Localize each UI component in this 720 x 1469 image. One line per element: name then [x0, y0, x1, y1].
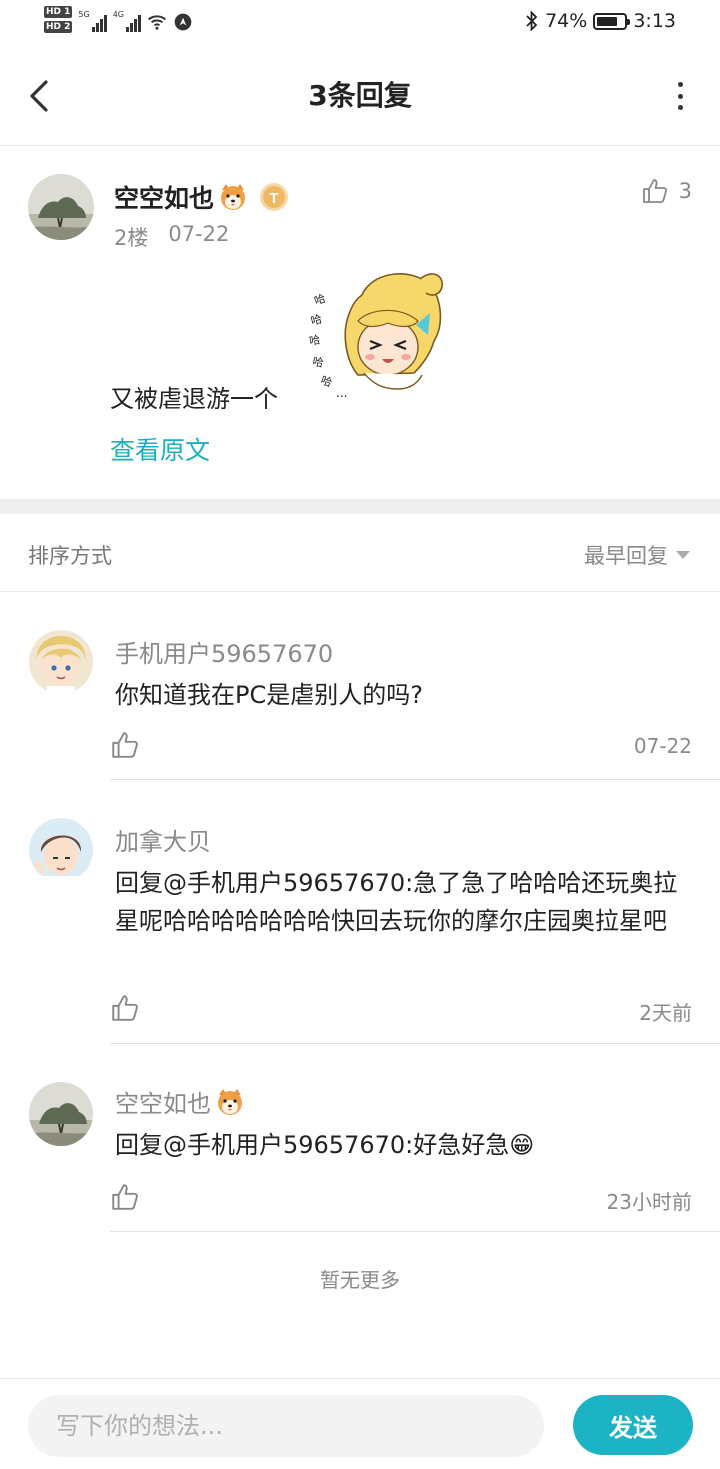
send-button[interactable]: 发送 — [573, 1395, 693, 1455]
post-like-count: 3 — [678, 179, 692, 203]
svg-text:哈: 哈 — [308, 333, 321, 348]
reply-time: 2天前 — [639, 1001, 692, 1025]
reply-item: 空空如也 回复@手机用户59657670:好急好急😁 23小时前 — [0, 1082, 720, 1232]
no-more-text: 暂无更多 — [320, 1268, 400, 1292]
thumbs-up-icon[interactable] — [110, 1182, 140, 1212]
section-divider — [0, 499, 720, 514]
dropdown-arrow-icon — [676, 551, 690, 559]
reply-content: 你知道我在PC是虐别人的吗? — [115, 681, 423, 709]
signal-4g-icon: 4G — [113, 10, 141, 32]
status-right: 74% 3:13 — [525, 10, 676, 32]
reply-author-label: 空空如也 — [115, 1090, 211, 1118]
svg-text:哈: 哈 — [319, 374, 334, 390]
reply-author-name[interactable]: 手机用户59657670 — [115, 634, 333, 669]
hd-indicators: HD 1 HD 2 — [44, 6, 73, 33]
post-content: 又被虐退游一个 — [110, 385, 278, 413]
reply-author-name[interactable]: 空空如也 — [115, 1084, 245, 1119]
reply-avatar[interactable] — [29, 1082, 93, 1146]
location-icon — [174, 13, 192, 31]
level-badge-icon: T — [260, 183, 289, 211]
svg-text:哈: 哈 — [309, 312, 323, 327]
reply-avatar[interactable] — [29, 630, 93, 694]
hd2-indicator: HD 2 — [44, 21, 73, 33]
top-app-bar: 3条回复 — [0, 46, 720, 146]
comment-composer: 发送 — [0, 1378, 720, 1469]
reply-time: 07-22 — [633, 734, 692, 758]
post-author-label: 空空如也 — [114, 184, 215, 213]
reply-separator — [110, 1043, 720, 1044]
status-bar: HD 1 HD 2 5G 4G 74% 3:13 — [0, 0, 720, 46]
reply-separator — [110, 779, 720, 780]
status-left: HD 1 HD 2 5G 4G — [44, 6, 193, 33]
shiba-emoji-icon — [218, 1088, 242, 1115]
original-post: 空空如也 T 2楼 07-22 3 哈 哈 哈 哈 哈 ... 又被虐退游一个 … — [0, 147, 720, 499]
svg-text:...: ... — [336, 386, 347, 400]
sort-label: 排序方式 — [28, 544, 112, 568]
reply-avatar[interactable] — [29, 818, 93, 882]
sort-bar: 排序方式 最早回复 — [0, 514, 720, 592]
thumbs-up-icon[interactable] — [110, 730, 140, 760]
post-author-avatar[interactable] — [28, 174, 94, 240]
shiba-emoji-icon — [221, 184, 246, 210]
post-floor: 2楼 — [114, 226, 149, 250]
reply-content: 回复@手机用户59657670:好急好急😁 — [115, 1131, 535, 1159]
sort-selected: 最早回复 — [584, 544, 668, 568]
post-author-name[interactable]: 空空如也 T — [114, 179, 290, 215]
bluetooth-icon — [526, 10, 538, 32]
reply-separator — [110, 1231, 720, 1232]
page-title: 3条回复 — [308, 79, 412, 112]
reply-item: 手机用户59657670 你知道我在PC是虐别人的吗? 07-22 — [0, 630, 720, 780]
battery-percent: 74% — [545, 10, 588, 32]
svg-text:哈: 哈 — [311, 355, 324, 370]
thumbs-up-icon[interactable] — [110, 993, 140, 1023]
clock: 3:13 — [633, 10, 676, 32]
hd1-indicator: HD 1 — [44, 6, 73, 18]
battery-icon — [593, 12, 631, 30]
view-original-link[interactable]: 查看原文 — [110, 431, 210, 467]
post-meta: 2楼 07-22 — [114, 222, 229, 252]
post-date: 07-22 — [168, 222, 230, 246]
svg-text:哈: 哈 — [313, 292, 328, 308]
post-like-button[interactable]: 3 — [641, 177, 692, 205]
comment-input[interactable] — [28, 1395, 544, 1457]
more-options-icon[interactable] — [670, 82, 690, 110]
signal-5g-icon: 5G — [78, 10, 107, 32]
laughing-girl-sticker: 哈 哈 哈 哈 哈 ... — [308, 273, 443, 400]
sort-dropdown[interactable]: 最早回复 — [584, 540, 690, 570]
signal-4g-label: 4G — [112, 10, 124, 19]
wifi-icon — [147, 15, 167, 30]
reply-author-name[interactable]: 加拿大贝 — [115, 822, 211, 857]
svg-text:T: T — [269, 190, 278, 207]
reply-time: 23小时前 — [606, 1190, 692, 1214]
thumbs-up-icon — [642, 179, 667, 203]
signal-5g-label: 5G — [78, 10, 90, 19]
battery-level — [597, 16, 617, 26]
reply-content: 回复@手机用户59657670:急了急了哈哈哈还玩奥拉星呢哈哈哈哈哈哈哈快回去玩… — [115, 869, 678, 935]
reply-item: 加拿大贝 回复@手机用户59657670:急了急了哈哈哈还玩奥拉星呢哈哈哈哈哈哈… — [0, 818, 720, 1044]
